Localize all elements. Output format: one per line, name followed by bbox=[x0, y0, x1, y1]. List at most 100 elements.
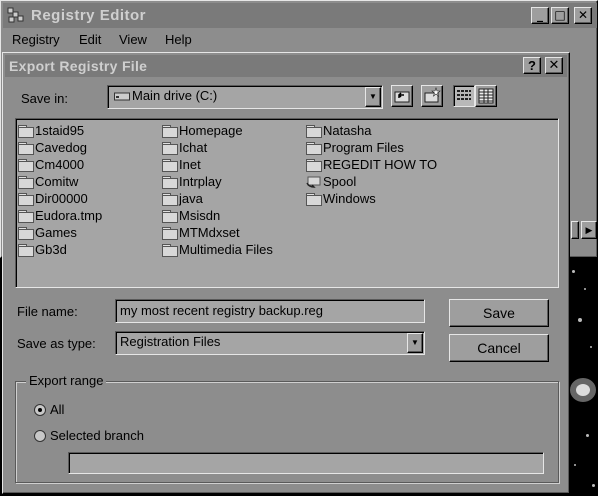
radio-selected-branch[interactable] bbox=[34, 430, 46, 442]
dialog-close-button[interactable]: ✕ bbox=[545, 57, 563, 74]
folder-name: java bbox=[179, 191, 203, 206]
chevron-down-icon[interactable]: ▼ bbox=[407, 333, 423, 353]
close-button[interactable]: ✕ bbox=[574, 7, 592, 24]
folder-item[interactable]: 1staid95 bbox=[18, 123, 84, 139]
folder-item[interactable]: Spool bbox=[306, 174, 356, 190]
folder-name: Inet bbox=[179, 157, 201, 172]
file-name-label: File name: bbox=[17, 304, 78, 319]
folder-item[interactable]: Multimedia Files bbox=[162, 242, 273, 258]
folder-name: Games bbox=[35, 225, 77, 240]
folder-name: Natasha bbox=[323, 123, 372, 138]
folder-name: Windows bbox=[323, 191, 376, 206]
folder-icon bbox=[18, 125, 34, 138]
save-in-value-text: Main drive (C:) bbox=[132, 88, 218, 103]
folder-icon bbox=[162, 142, 178, 155]
folder-item[interactable]: Eudora.tmp bbox=[18, 208, 102, 224]
registry-editor-titlebar[interactable]: Registry Editor _ □ ✕ bbox=[3, 3, 597, 28]
registry-app-icon bbox=[7, 7, 24, 24]
export-range-legend: Export range bbox=[26, 373, 107, 388]
menu-view[interactable]: View bbox=[119, 32, 147, 47]
folder-item[interactable]: REGEDIT HOW TO bbox=[306, 157, 437, 173]
new-folder-button[interactable] bbox=[421, 85, 443, 107]
folder-item[interactable]: Comitw bbox=[18, 174, 78, 190]
save-button[interactable]: Save bbox=[449, 299, 549, 327]
folder-list[interactable]: 1staid95 Cavedog Cm4000 Comitw Dir00000 … bbox=[15, 118, 559, 288]
folder-item[interactable]: java bbox=[162, 191, 203, 207]
folder-icon bbox=[162, 244, 178, 257]
horizontal-scrollbar[interactable]: ▶ bbox=[571, 221, 597, 241]
folder-item[interactable]: Natasha bbox=[306, 123, 371, 139]
folder-icon bbox=[162, 193, 178, 206]
folder-item[interactable]: Dir00000 bbox=[18, 191, 88, 207]
new-folder-icon bbox=[424, 87, 441, 103]
save-in-value: Main drive (C:) bbox=[114, 88, 217, 103]
folder-name: Comitw bbox=[35, 174, 79, 189]
folder-name: REGEDIT HOW TO bbox=[323, 157, 438, 172]
radio-all-label[interactable]: All bbox=[50, 402, 64, 417]
folder-name: 1staid95 bbox=[35, 123, 85, 138]
folder-item[interactable]: Cm4000 bbox=[18, 157, 84, 173]
folder-icon bbox=[18, 244, 34, 257]
radio-all[interactable] bbox=[34, 404, 46, 416]
help-button[interactable]: ? bbox=[523, 57, 541, 74]
folder-item[interactable]: MTMdxset bbox=[162, 225, 240, 241]
folder-name: Eudora.tmp bbox=[35, 208, 103, 223]
chevron-down-icon[interactable]: ▼ bbox=[365, 87, 381, 107]
folder-item[interactable]: Games bbox=[18, 225, 77, 241]
folder-icon bbox=[18, 193, 34, 206]
file-name-input[interactable]: my most recent registry backup.reg bbox=[115, 299, 425, 323]
folder-icon bbox=[162, 227, 178, 240]
folder-item[interactable]: Cavedog bbox=[18, 140, 87, 156]
folder-item[interactable]: Inet bbox=[162, 157, 201, 173]
details-view-button[interactable] bbox=[475, 85, 497, 107]
up-one-level-button[interactable] bbox=[391, 85, 413, 107]
folder-item[interactable]: Homepage bbox=[162, 123, 243, 139]
file-name-value: my most recent registry backup.reg bbox=[120, 303, 324, 318]
folder-icon bbox=[306, 142, 322, 155]
folder-icon bbox=[18, 176, 34, 189]
menu-edit[interactable]: Edit bbox=[79, 32, 101, 47]
folder-name: MTMdxset bbox=[179, 225, 240, 240]
list-view-icon bbox=[457, 90, 471, 100]
folder-item[interactable]: Program Files bbox=[306, 140, 404, 156]
list-view-button[interactable] bbox=[453, 85, 475, 107]
folder-name: Program Files bbox=[323, 140, 404, 155]
selected-branch-input[interactable] bbox=[68, 452, 544, 474]
folder-item[interactable]: Gb3d bbox=[18, 242, 67, 258]
folder-icon bbox=[162, 176, 178, 189]
radio-selected-branch-label[interactable]: Selected branch bbox=[50, 428, 144, 443]
folder-name: Msisdn bbox=[179, 208, 221, 223]
folder-item[interactable]: Ichat bbox=[162, 140, 207, 156]
scroll-right-arrow-icon[interactable]: ▶ bbox=[581, 221, 597, 239]
save-as-type-dropdown[interactable]: Registration Files ▼ bbox=[115, 331, 425, 355]
folder-icon bbox=[18, 227, 34, 240]
folder-icon bbox=[306, 125, 322, 138]
folder-name: Intrplay bbox=[179, 174, 222, 189]
menu-registry[interactable]: Registry bbox=[12, 32, 60, 47]
menu-bar: Registry Edit View Help bbox=[3, 30, 597, 50]
cancel-button[interactable]: Cancel bbox=[449, 334, 549, 362]
save-as-type-value: Registration Files bbox=[120, 334, 221, 349]
folder-icon bbox=[18, 210, 34, 223]
folder-name: Ichat bbox=[179, 140, 208, 155]
folder-name: Gb3d bbox=[35, 242, 67, 257]
up-folder-icon bbox=[394, 91, 410, 103]
details-view-icon bbox=[478, 88, 494, 104]
folder-name: Cm4000 bbox=[35, 157, 85, 172]
folder-item[interactable]: Windows bbox=[306, 191, 376, 207]
save-in-dropdown[interactable]: Main drive (C:) ▼ bbox=[107, 85, 383, 109]
save-as-type-label: Save as type: bbox=[17, 336, 96, 351]
folder-icon bbox=[162, 210, 178, 223]
minimize-button[interactable]: _ bbox=[531, 7, 549, 24]
folder-name: Spool bbox=[323, 174, 357, 189]
folder-name: Cavedog bbox=[35, 140, 88, 155]
folder-item[interactable]: Intrplay bbox=[162, 174, 222, 190]
export-range-group: Export range All Selected branch bbox=[15, 373, 559, 483]
folder-name: Homepage bbox=[179, 123, 243, 138]
export-registry-dialog: Export Registry File ? ✕ Save in: Main d… bbox=[2, 52, 570, 494]
folder-item[interactable]: Msisdn bbox=[162, 208, 220, 224]
maximize-button[interactable]: □ bbox=[551, 7, 569, 24]
dialog-titlebar[interactable]: Export Registry File ? ✕ bbox=[5, 55, 567, 77]
scrollbar-thumb[interactable] bbox=[571, 221, 579, 239]
menu-help[interactable]: Help bbox=[165, 32, 192, 47]
